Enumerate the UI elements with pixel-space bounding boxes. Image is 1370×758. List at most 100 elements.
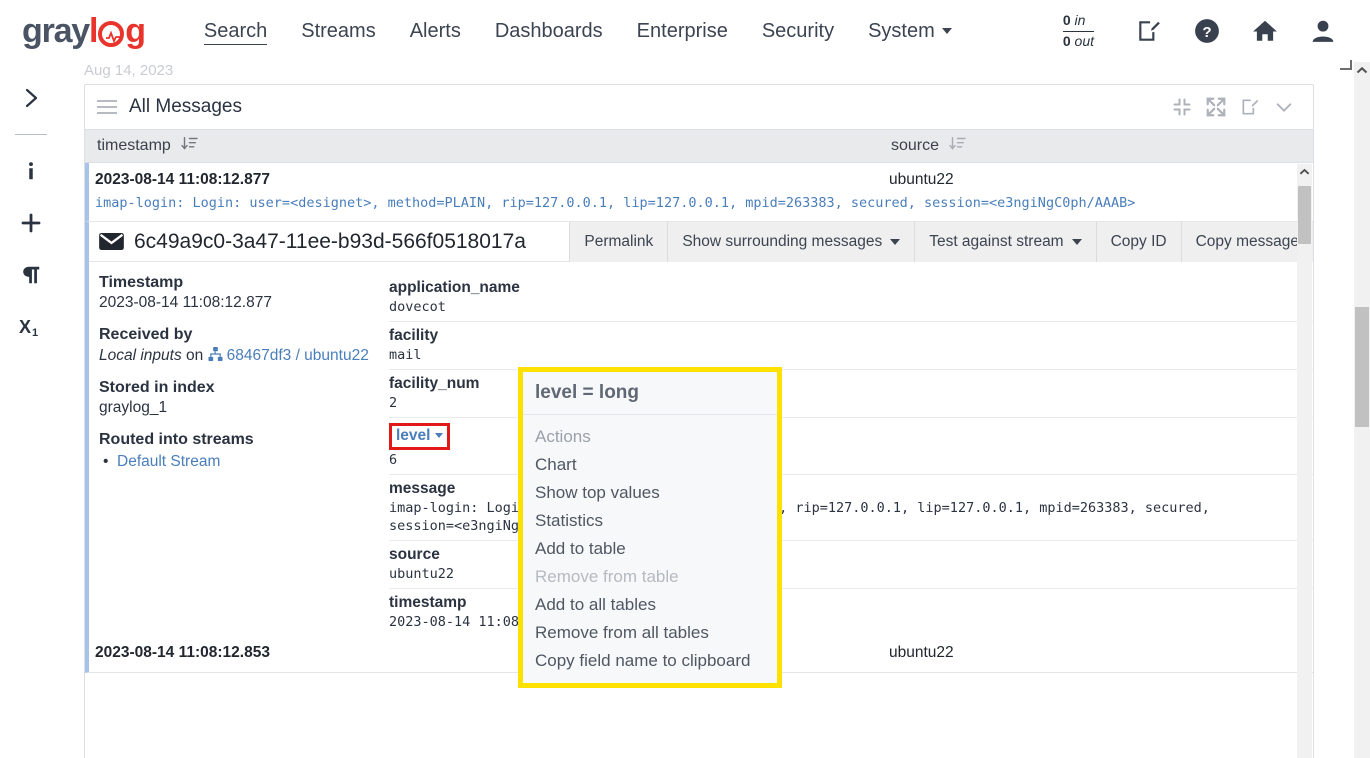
row-source: ubuntu22 bbox=[889, 644, 954, 661]
metadata-received-by: Received by Local inputs on 68467df3 / u… bbox=[99, 326, 389, 365]
field-name-source[interactable]: source bbox=[389, 546, 440, 564]
metadata-streams-list: Default Stream bbox=[99, 453, 389, 471]
throughput-indicator[interactable]: 0 in 0 out bbox=[1062, 11, 1094, 51]
copy-message-button[interactable]: Copy message bbox=[1180, 222, 1313, 262]
info-icon[interactable] bbox=[9, 149, 53, 193]
nav-link-enterprise[interactable]: Enterprise bbox=[620, 0, 745, 62]
dropdown-item-copy-field-name[interactable]: Copy field name to clipboard bbox=[523, 647, 777, 675]
sort-desc-icon[interactable] bbox=[181, 136, 198, 156]
edit-icon[interactable] bbox=[1134, 16, 1164, 46]
main-content: Aug 14, 2023 All Messages timestamp sour… bbox=[62, 62, 1354, 758]
column-header-timestamp[interactable]: timestamp bbox=[91, 136, 891, 156]
expanded-message-header: 6c49a9c0-3a47-11ee-b93d-566f0518017a Per… bbox=[89, 222, 1313, 262]
expanded-message-actions: Permalink Show surrounding messages Test… bbox=[569, 222, 1313, 262]
field-name-timestamp[interactable]: timestamp bbox=[389, 594, 467, 612]
metadata-timestamp: Timestamp 2023-08-14 11:08:12.877 bbox=[99, 274, 389, 312]
logo-gray-text: gray bbox=[22, 11, 90, 50]
nav-link-alerts[interactable]: Alerts bbox=[393, 0, 478, 62]
user-icon[interactable] bbox=[1308, 16, 1338, 46]
compress-icon[interactable] bbox=[1165, 92, 1199, 122]
row-timestamp: 2023-08-14 11:08:12.877 bbox=[95, 171, 270, 188]
dropdown-item-add-to-table[interactable]: Add to table bbox=[523, 535, 777, 563]
field-name-application-name[interactable]: application_name bbox=[389, 279, 520, 297]
svg-text:X: X bbox=[19, 317, 31, 337]
scrollbar-thumb[interactable] bbox=[1355, 307, 1369, 427]
metadata-index: Stored in index graylog_1 bbox=[99, 379, 389, 417]
dropdown-item-remove-from-all-tables[interactable]: Remove from all tables bbox=[523, 619, 777, 647]
field-name-message[interactable]: message bbox=[389, 480, 455, 498]
copy-id-button[interactable]: Copy ID bbox=[1095, 222, 1181, 262]
metadata-received-input: Local inputs bbox=[99, 347, 182, 364]
column-header-source[interactable]: source bbox=[891, 136, 966, 156]
nav-link-system-label: System bbox=[868, 19, 935, 42]
nav-link-system[interactable]: System bbox=[851, 0, 969, 62]
metadata-timestamp-label: Timestamp bbox=[99, 274, 184, 291]
metadata-timestamp-value: 2023-08-14 11:08:12.877 bbox=[99, 294, 272, 311]
throughput-in-unit: in bbox=[1074, 12, 1086, 29]
column-header-timestamp-label: timestamp bbox=[97, 137, 171, 154]
dropdown-item-statistics[interactable]: Statistics bbox=[523, 507, 777, 535]
expand-sidebar-icon[interactable] bbox=[9, 76, 53, 120]
dropdown-header: level = long bbox=[523, 372, 777, 415]
nav-link-search[interactable]: Search bbox=[187, 0, 284, 62]
nav-link-streams[interactable]: Streams bbox=[284, 0, 392, 62]
logo-l-text: l bbox=[89, 11, 98, 50]
message-id: 6c49a9c0-3a47-11ee-b93d-566f0518017a bbox=[134, 229, 526, 253]
subscript-icon[interactable]: X 1 bbox=[9, 305, 53, 349]
dropdown-item-add-to-all-tables[interactable]: Add to all tables bbox=[523, 591, 777, 619]
pilcrow-icon[interactable] bbox=[9, 253, 53, 297]
rail-divider bbox=[15, 134, 47, 135]
top-navbar: gray l g Search Streams Alerts Dashboards … bbox=[0, 0, 1370, 62]
nav-link-security[interactable]: Security bbox=[745, 0, 851, 62]
nav-right-group: 0 in 0 out ? bbox=[1062, 11, 1370, 51]
permalink-button[interactable]: Permalink bbox=[569, 222, 668, 262]
row-message: imap-login: Login: user=<designet>, meth… bbox=[95, 195, 1136, 211]
list-item: Default Stream bbox=[99, 453, 389, 471]
test-against-stream-button[interactable]: Test against stream bbox=[914, 222, 1096, 262]
home-icon[interactable] bbox=[1250, 16, 1280, 46]
panel-drag-handle-icon[interactable] bbox=[97, 96, 117, 118]
help-icon[interactable]: ? bbox=[1192, 16, 1222, 46]
left-icon-rail: X 1 bbox=[0, 62, 62, 758]
page-scrollbar[interactable] bbox=[1354, 62, 1370, 758]
scroll-up-arrow-icon[interactable] bbox=[1354, 62, 1370, 79]
metadata-index-label: Stored in index bbox=[99, 379, 215, 396]
envelope-icon bbox=[99, 232, 124, 251]
stream-link-default[interactable]: Default Stream bbox=[117, 453, 220, 470]
table-scrollbar[interactable] bbox=[1297, 164, 1312, 758]
graylog-logo[interactable]: gray l g bbox=[22, 11, 146, 51]
copy-id-label: Copy ID bbox=[1110, 233, 1167, 250]
field-row-facility: facility mail bbox=[389, 322, 1313, 370]
dropdown-item-chart[interactable]: Chart bbox=[523, 451, 777, 479]
dropdown-list: Actions Chart Show top values Statistics… bbox=[523, 415, 777, 683]
expand-icon[interactable] bbox=[1199, 92, 1233, 122]
show-surrounding-messages-button[interactable]: Show surrounding messages bbox=[667, 222, 915, 262]
message-metadata-column: Timestamp 2023-08-14 11:08:12.877 Receiv… bbox=[89, 274, 389, 636]
field-name-facility[interactable]: facility bbox=[389, 327, 438, 345]
nav-links: Search Streams Alerts Dashboards Enterpr… bbox=[187, 0, 969, 62]
permalink-label: Permalink bbox=[584, 233, 654, 250]
chevron-down-icon[interactable] bbox=[1267, 92, 1301, 122]
faded-date-above: Aug 14, 2023 bbox=[84, 62, 174, 79]
nav-link-dashboards[interactable]: Dashboards bbox=[478, 0, 620, 62]
column-header-source-label: source bbox=[891, 137, 940, 154]
field-name-facility-num[interactable]: facility_num bbox=[389, 375, 479, 393]
plus-icon[interactable] bbox=[9, 201, 53, 245]
metadata-received-node[interactable]: 68467df3 / ubuntu22 bbox=[227, 347, 369, 364]
sort-desc-icon[interactable] bbox=[949, 136, 966, 156]
dropdown-item-remove-from-table: Remove from table bbox=[535, 567, 679, 586]
panel-actions bbox=[1165, 92, 1301, 122]
chevron-down-icon[interactable] bbox=[435, 433, 444, 438]
table-row[interactable]: 2023-08-14 11:08:12.877 ubuntu22 imap-lo… bbox=[85, 163, 1313, 222]
field-actions-dropdown: level = long Actions Chart Show top valu… bbox=[518, 367, 782, 688]
dropdown-item-show-top-values[interactable]: Show top values bbox=[523, 479, 777, 507]
field-name-level[interactable]: level bbox=[396, 427, 430, 445]
panel-header: All Messages bbox=[85, 85, 1313, 129]
edit-icon[interactable] bbox=[1233, 92, 1267, 122]
scroll-up-arrow-icon[interactable] bbox=[1297, 164, 1312, 179]
metadata-streams: Routed into streams Default Stream bbox=[99, 431, 389, 471]
logo-pulse-icon bbox=[98, 21, 125, 47]
copy-message-label: Copy message bbox=[1195, 233, 1299, 250]
scrollbar-thumb[interactable] bbox=[1298, 186, 1311, 244]
table-header-row: timestamp source bbox=[85, 129, 1313, 163]
